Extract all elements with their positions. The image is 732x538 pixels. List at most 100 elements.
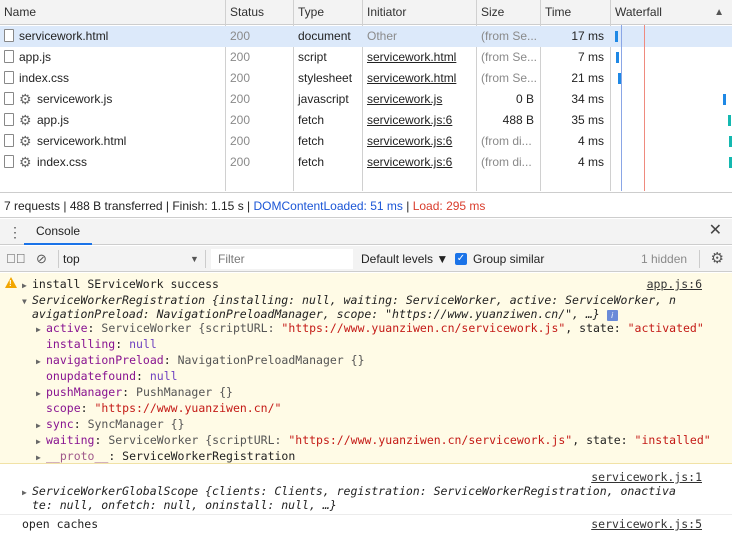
table-row[interactable]: index.css 200 stylesheet servicework.htm… [0, 68, 732, 89]
toolbar-divider [205, 250, 206, 268]
property-row[interactable]: ▶ pushManager: PushManager {} [36, 384, 233, 400]
initiator-link[interactable]: servicework.js:6 [363, 152, 476, 173]
dom-content-loaded-time: DOMContentLoaded: 51 ms [253, 199, 403, 213]
console-messages: ! ▶ install SErviceWork success app.js:6 … [0, 273, 732, 538]
console-warning-message: ! ▶ install SErviceWork success app.js:6 … [0, 273, 732, 464]
log-levels-dropdown[interactable]: Default levels ▼ [361, 250, 448, 268]
time-cell: 4 ms [577, 134, 604, 148]
network-summary-bar: 7 requests | 488 B transferred | Finish:… [0, 192, 732, 218]
type-cell: fetch [298, 134, 325, 148]
time-cell: 4 ms [577, 155, 604, 169]
expand-triangle-icon[interactable]: ▶ [36, 354, 46, 370]
table-row[interactable]: ⚙ servicework.html 200 fetch servicework.… [0, 131, 732, 152]
type-cell: script [298, 50, 327, 64]
property-string: "activated" [627, 321, 704, 335]
size-cell: (from Se... [481, 50, 538, 64]
console-log-line: open caches [22, 517, 99, 531]
property-sep: : [80, 401, 95, 415]
group-similar-checkbox[interactable]: ✓ [455, 253, 467, 265]
request-name: index.css [19, 71, 70, 85]
table-row[interactable]: servicework.html 200 document Other (fro… [0, 26, 732, 47]
source-link[interactable]: app.js:6 [647, 276, 702, 292]
table-row[interactable]: ⚙ app.js 200 fetch servicework.js:6 488 B… [0, 110, 732, 131]
type-cell: document [298, 29, 351, 43]
property-tail: , state: [572, 433, 635, 447]
status-cell: 200 [230, 71, 251, 85]
gear-icon: ⚙ [19, 133, 32, 149]
initiator-link[interactable]: servicework.js [363, 89, 476, 110]
load-time: Load: 295 ms [412, 199, 486, 213]
property-key: installing [46, 337, 116, 351]
request-name: index.css [37, 155, 88, 169]
property-row[interactable]: ▶ __proto__: ServiceWorkerRegistration [36, 448, 295, 464]
file-icon [4, 155, 14, 168]
request-name: servicework.js [37, 92, 113, 106]
property-key: sync [46, 417, 74, 431]
property-sep: : [122, 385, 137, 399]
request-name-cell: ⚙ index.css [0, 152, 225, 173]
filter-input[interactable] [211, 249, 353, 269]
property-value: null [129, 337, 157, 351]
initiator-link[interactable]: servicework.html [363, 47, 476, 68]
network-table-header: Name Status Type Initiator Size Time Wat… [0, 0, 732, 25]
property-row[interactable]: ▶ active: ServiceWorker {scriptURL: "http… [36, 320, 704, 336]
status-cell: 200 [230, 113, 251, 127]
waterfall-bar [728, 115, 731, 126]
request-name: servicework.html [37, 134, 127, 148]
property-string: "https://www.yuanziwen.cn/servicework.js… [281, 321, 566, 335]
console-log-line[interactable]: ▶ install SErviceWork success [22, 276, 219, 292]
column-header-time[interactable]: Time [541, 0, 610, 25]
expand-triangle-icon[interactable]: ▶ [36, 450, 46, 466]
gear-icon: ⚙ [19, 112, 32, 128]
table-row[interactable]: app.js 200 script servicework.html (from… [0, 47, 732, 68]
initiator-link[interactable]: servicework.js:6 [363, 110, 476, 131]
file-icon [4, 134, 14, 147]
initiator-link[interactable]: servicework.js:6 [363, 131, 476, 152]
drawer-tabbar: ⋮ Console ✕ [0, 219, 732, 245]
column-header-name[interactable]: Name [0, 0, 225, 25]
request-name: servicework.html [19, 29, 109, 43]
expand-triangle-icon[interactable]: ▶ [22, 485, 32, 501]
property-row[interactable]: ▶ navigationPreload: NavigationPreloadMan… [36, 352, 365, 368]
toolbar-divider [58, 250, 59, 268]
column-header-status[interactable]: Status [226, 0, 293, 25]
property-row[interactable]: ▶ sync: SyncManager {} [36, 416, 185, 432]
time-cell: 34 ms [571, 92, 604, 106]
gear-icon[interactable]: ⚙ [711, 250, 724, 268]
request-name-cell: ⚙ app.js [0, 110, 225, 131]
expand-triangle-icon[interactable]: ▶ [36, 386, 46, 402]
hidden-messages-count: 1 hidden [641, 252, 688, 266]
sort-ascending-icon[interactable]: ▲ [714, 0, 724, 25]
object-summary-text: ServiceWorkerRegistration {installing: n… [32, 293, 676, 307]
request-name-cell: index.css [0, 68, 225, 89]
table-row[interactable]: ⚙ index.css 200 fetch servicework.js:6 (f… [0, 152, 732, 173]
property-value: NavigationPreloadManager {} [177, 353, 365, 367]
property-key: pushManager [46, 385, 123, 399]
gear-icon: ⚙ [19, 91, 32, 107]
close-icon[interactable]: ✕ [709, 222, 722, 240]
clear-console-icon[interactable]: ⊘ [36, 251, 47, 267]
property-sep: : [163, 353, 178, 367]
column-header-type[interactable]: Type [294, 0, 362, 25]
request-name-cell: servicework.html [0, 26, 225, 47]
collapse-triangle-icon[interactable]: ▼ [22, 294, 32, 310]
column-header-size[interactable]: Size [477, 0, 540, 25]
column-header-initiator[interactable]: Initiator [363, 0, 476, 25]
property-key: onupdatefound [46, 369, 137, 383]
gear-icon: ⚙ [19, 154, 32, 170]
chevron-down-icon[interactable]: ▼ [190, 250, 199, 268]
expand-triangle-icon[interactable]: ▶ [36, 322, 46, 338]
execution-context-select[interactable]: top [63, 250, 80, 268]
source-link[interactable]: servicework.js:5 [591, 516, 702, 532]
object-summary-text: avigationPreload: NavigationPreloadManag… [32, 307, 600, 321]
status-cell: 200 [230, 155, 251, 169]
initiator-link[interactable]: servicework.html [363, 68, 476, 89]
status-cell: 200 [230, 92, 251, 106]
property-key: navigationPreload [46, 353, 164, 367]
property-row[interactable]: ▶ waiting: ServiceWorker {scriptURL: "htt… [36, 432, 711, 448]
more-tabs-icon[interactable]: ⋮ [8, 223, 22, 241]
tab-console[interactable]: Console [24, 219, 93, 245]
table-row[interactable]: ⚙ servicework.js 200 javascript servicewo… [0, 89, 732, 110]
property-value: ServiceWorker {scriptURL: [108, 433, 289, 447]
sidebar-toggle-icon[interactable]: ▶⃞ [6, 251, 26, 267]
